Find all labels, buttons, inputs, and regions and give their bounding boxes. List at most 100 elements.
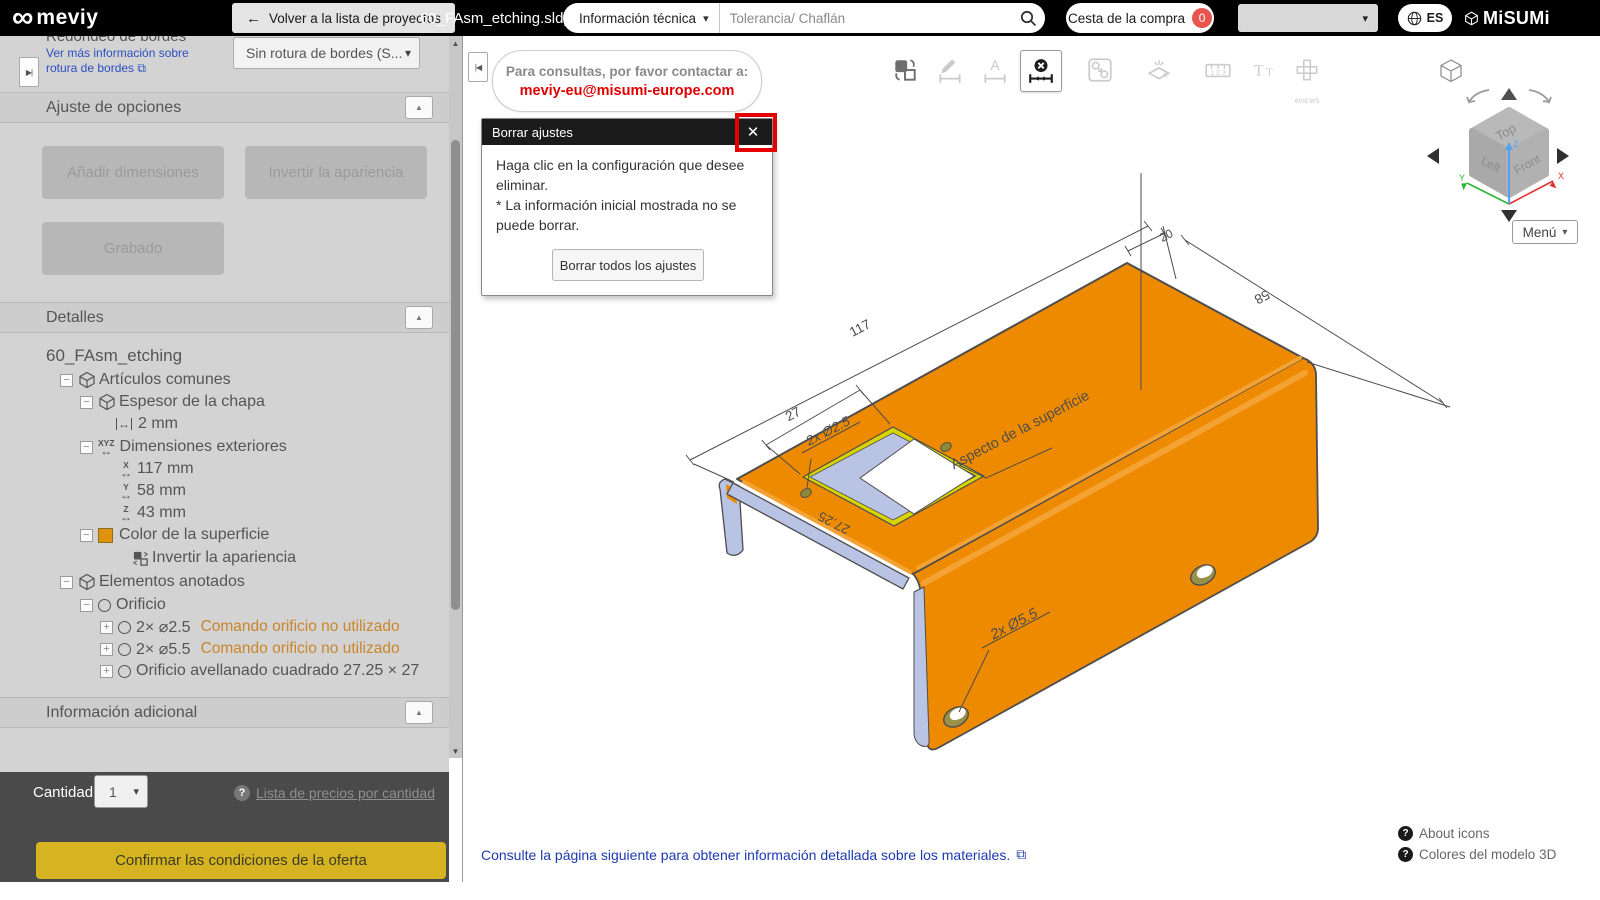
collapse-section-button[interactable]: ▲ <box>405 306 433 329</box>
tree-item-color-superficie[interactable]: − Color de la superficie <box>0 524 269 546</box>
contact-email-link[interactable]: meviy-eu@misumi-europe.com <box>520 83 735 99</box>
price-list-link[interactable]: ? Lista de precios por cantidad <box>234 785 435 801</box>
options-section-header[interactable]: Ajuste de opciones ▲ <box>0 92 449 123</box>
collapse-node-icon[interactable]: − <box>80 528 93 542</box>
expand-node-icon[interactable]: + <box>100 642 113 656</box>
edge-rounding-info-link[interactable]: Ver más información sobre rotura de bord… <box>46 46 216 76</box>
surface-color-swatch <box>98 527 113 543</box>
add-dimensions-button[interactable]: Añadir dimensiones <box>42 146 224 199</box>
additional-info-title: Información adicional <box>46 703 198 721</box>
additional-info-section-header[interactable]: Información adicional ▲ <box>0 697 449 728</box>
invert-appearance-label: Invertir la apariencia <box>268 164 404 181</box>
price-list-label: Lista de precios por cantidad <box>256 785 435 801</box>
meviy-app: ∞ meviy ← Volver a la lista de proyectos… <box>0 0 1600 900</box>
tree-item-elementos-anotados[interactable]: − Elementos anotados <box>0 571 245 593</box>
tree-item-dim-z[interactable]: Z ↔ 43 mm <box>0 502 186 524</box>
rotate-view-left-icon[interactable] <box>1427 148 1439 164</box>
contact-bubble: Para consultas, por favor contactar a: m… <box>492 50 762 112</box>
dialog-title: Borrar ajustes <box>492 124 573 140</box>
question-icon: ? <box>1398 826 1413 841</box>
delete-all-settings-button[interactable]: Borrar todos los ajustes <box>552 249 704 281</box>
edge-rounding-select[interactable]: Sin rotura de bordes (S... ▾ <box>233 37 420 69</box>
triangle-up-icon: ▲ <box>415 313 423 322</box>
collapse-section-button[interactable]: ▲ <box>405 701 433 724</box>
confirm-offer-button[interactable]: Confirmar las condiciones de la oferta <box>36 842 446 879</box>
search-input[interactable]: Tolerancia/ Chaflán <box>720 11 1011 26</box>
rotate-right-icon[interactable] <box>1528 89 1552 105</box>
materials-info-link[interactable]: Consulte la página siguiente para obtene… <box>481 846 1026 863</box>
confirm-offer-label: Confirmar las condiciones de la oferta <box>115 852 367 869</box>
tree-item-articulos-comunes[interactable]: − Artículos comunes <box>0 369 231 391</box>
tree-item-hole-2.5[interactable]: + 2× ⌀2.5 Comando orificio no utilizado <box>0 616 400 638</box>
search-icon[interactable] <box>1011 10 1045 27</box>
tree-item-thickness-value[interactable]: ↔ 2 mm <box>0 413 178 435</box>
language-button[interactable]: ES <box>1398 4 1452 32</box>
scrollbar-thumb[interactable] <box>451 140 460 610</box>
quantity-label: Cantidad <box>33 784 94 801</box>
view-cube-widget[interactable]: Top Left Front Y X Z <box>1405 52 1590 247</box>
collapse-node-icon[interactable]: − <box>80 440 93 454</box>
dialog-header[interactable]: Borrar ajustes <box>482 119 772 145</box>
model-colors-label: Colores del modelo 3D <box>1419 847 1557 862</box>
cart-button[interactable]: Cesta de la compra 0 <box>1066 3 1214 33</box>
dim-27: 27 <box>783 404 803 424</box>
collapse-node-icon[interactable]: − <box>80 598 93 612</box>
view-menu-label: Menú <box>1522 224 1557 240</box>
highlight-target-box <box>735 113 777 152</box>
tree-item-hole-5.5[interactable]: + 2× ⌀5.5 Comando orificio no utilizado <box>0 638 400 660</box>
delete-all-settings-label: Borrar todos los ajustes <box>559 257 697 273</box>
thickness-dim-icon: ↔ <box>116 417 132 431</box>
top-bar: ∞ meviy ← Volver a la lista de proyectos… <box>0 0 1600 36</box>
quantity-select[interactable]: 1 ▾ <box>94 775 148 808</box>
add-dimensions-label: Añadir dimensiones <box>67 164 199 181</box>
tree-item-countersunk[interactable]: + Orificio avellanado cuadrado 27.25 × 2… <box>0 660 419 682</box>
rotate-left-icon[interactable] <box>1466 89 1490 105</box>
tree-item-espesor[interactable]: − Espesor de la chapa <box>0 391 265 413</box>
tree-item-dimensiones[interactable]: − XYZ ↔ Dimensiones exteriores <box>0 436 287 458</box>
quote-footer: Cantidad 1 ▾ ? Lista de precios por cant… <box>0 772 449 882</box>
tree-item-label: Dimensiones exteriores <box>119 438 287 455</box>
scroll-up-icon[interactable]: ▲ <box>449 36 462 50</box>
model-colors-link[interactable]: ? Colores del modelo 3D <box>1398 847 1556 862</box>
misumi-logo[interactable]: MiSUMi <box>1464 0 1550 36</box>
collapse-left-icon: |◀ <box>474 62 482 72</box>
invert-appearance-button[interactable]: Invertir la apariencia <box>245 146 427 199</box>
tree-item-dim-y[interactable]: Y ↔ 58 mm <box>0 480 186 502</box>
misumi-logo-text: MiSUMi <box>1483 7 1550 28</box>
about-icons-label: About icons <box>1419 826 1490 841</box>
collapse-node-icon[interactable]: − <box>60 575 73 589</box>
collapse-right-icon: ▶| <box>25 67 33 77</box>
chevron-down-icon: ▾ <box>133 786 139 798</box>
sidebar-scrollbar[interactable]: ▲ ▼ <box>449 36 462 758</box>
details-section-header[interactable]: Detalles ▲ <box>0 302 449 333</box>
meviy-logo-icon: ∞ <box>12 1 34 34</box>
left-panel: Redondeo de bordes Ver más información s… <box>0 28 449 882</box>
x-dim-icon: X ↔ <box>120 460 132 480</box>
expand-node-icon[interactable]: + <box>100 620 113 634</box>
rotate-up-icon[interactable] <box>1501 88 1517 100</box>
view-menu-button[interactable]: Menú ▾ <box>1512 220 1578 244</box>
tree-root[interactable]: 60_FAsm_etching <box>46 345 182 367</box>
search-category-dropdown[interactable]: Información técnica ▾ <box>563 11 719 26</box>
meviy-logo[interactable]: ∞ meviy <box>12 1 98 35</box>
sidebar-collapse-handle[interactable]: ▶| <box>19 57 39 87</box>
scroll-down-icon[interactable]: ▼ <box>449 744 462 758</box>
engraving-button[interactable]: Grabado <box>42 222 224 275</box>
isometric-view-icon[interactable] <box>1440 59 1462 83</box>
triangle-up-icon: ▲ <box>415 103 423 112</box>
tree-item-orificio[interactable]: − Orificio <box>0 594 166 616</box>
hole-warning-note: Comando orificio no utilizado <box>200 640 400 657</box>
collapse-node-icon[interactable]: − <box>60 373 73 387</box>
dim-58: 58 <box>1252 287 1272 307</box>
panel-collapse-handle[interactable]: |◀ <box>468 52 488 82</box>
header-empty-dropdown[interactable]: ▾ <box>1238 4 1378 32</box>
tree-item-invertir[interactable]: Invertir la apariencia <box>0 547 296 569</box>
collapse-section-button[interactable]: ▲ <box>405 96 433 119</box>
collapse-node-icon[interactable]: − <box>80 395 93 409</box>
contact-text: Para consultas, por favor contactar a: <box>505 63 749 79</box>
tree-item-dim-x[interactable]: X ↔ 117 mm <box>0 458 194 480</box>
expand-node-icon[interactable]: + <box>100 664 113 678</box>
tree-item-label: Color de la superficie <box>119 526 270 543</box>
rotate-view-right-icon[interactable] <box>1557 148 1569 164</box>
about-icons-link[interactable]: ? About icons <box>1398 826 1490 841</box>
